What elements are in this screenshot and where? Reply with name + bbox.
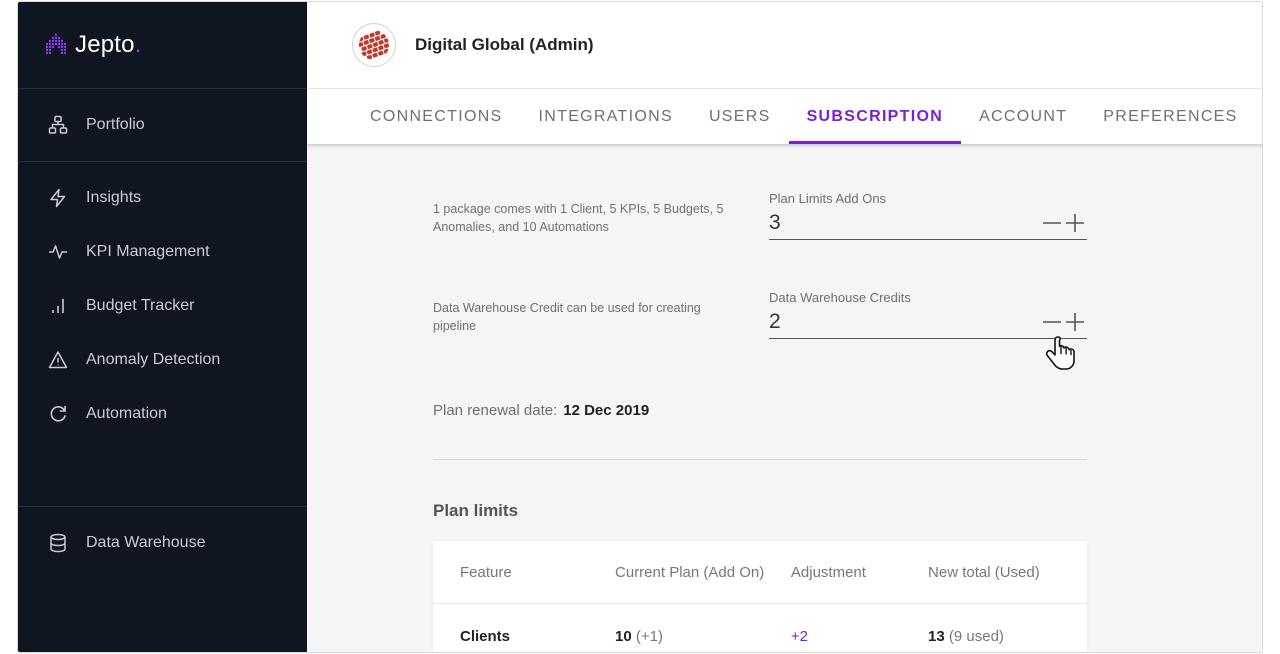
jepto-logo-icon (45, 33, 67, 55)
new-total-cell: 13 (9 used) (928, 627, 1004, 645)
portfolio-icon (47, 114, 69, 136)
sidebar-item-label: Portfolio (86, 116, 145, 133)
sidebar-item-label: Budget Tracker (86, 297, 195, 314)
dw-credits-label: Data Warehouse Credits (769, 290, 911, 305)
sidebar-item-kpi-management[interactable]: KPI Management (18, 225, 307, 279)
refresh-icon (47, 403, 69, 425)
adjustment-cell: +2 (790, 627, 808, 645)
org-name: Digital Global (Admin) (415, 35, 594, 54)
lightning-icon (47, 187, 69, 209)
main-panel: Digital Global (Admin) CONNECTIONS INTEG… (307, 2, 1262, 652)
sidebar-item-data-warehouse[interactable]: Data Warehouse (18, 516, 307, 570)
sidebar: Jepto. Portfolio Insights KPI Management… (18, 2, 307, 652)
dw-credits-field: Data Warehouse Credits (769, 290, 1087, 339)
brand-logo[interactable]: Jepto. (18, 2, 307, 89)
plan-addons-input[interactable] (769, 210, 1040, 235)
plan-addons-field: Plan Limits Add Ons (769, 191, 1087, 240)
sidebar-item-label: Insights (86, 189, 142, 206)
column-header-adjustment: Adjustment (790, 563, 866, 581)
sidebar-item-automation[interactable]: Automation (18, 387, 307, 441)
sidebar-item-label: KPI Management (86, 243, 210, 260)
plan-renewal: Plan renewal date: 12 Dec 2019 (433, 402, 1087, 419)
plan-addons-label: Plan Limits Add Ons (769, 191, 887, 206)
sidebar-item-anomaly-detection[interactable]: Anomaly Detection (18, 333, 307, 387)
brand-name: Jepto (75, 31, 135, 58)
plan-limits-table: Feature Current Plan (Add On) Adjustment… (433, 541, 1087, 652)
tab-users[interactable]: USERS (691, 89, 789, 144)
tab-preferences[interactable]: PREFERENCES (1085, 89, 1255, 144)
column-header-feature: Feature (460, 563, 512, 581)
minus-icon (1042, 320, 1061, 323)
pulse-icon (47, 241, 69, 263)
sidebar-item-label: Data Warehouse (86, 534, 206, 551)
subscription-panel: 1 package comes with 1 Client, 5 KPIs, 5… (433, 144, 1087, 652)
app-window: Jepto. Portfolio Insights KPI Management… (17, 1, 1263, 653)
table-header: Feature Current Plan (Add On) Adjustment… (433, 541, 1087, 604)
minus-icon (1042, 221, 1061, 224)
increment-button[interactable] (1064, 208, 1088, 238)
plan-addons-row: 1 package comes with 1 Client, 5 KPIs, 5… (433, 144, 1087, 244)
tab-integrations[interactable]: INTEGRATIONS (521, 89, 691, 144)
sidebar-item-insights[interactable]: Insights (18, 171, 307, 225)
hand-pointer-cursor-icon (1045, 336, 1075, 370)
feature-cell: Clients (460, 627, 511, 645)
sidebar-item-budget-tracker[interactable]: Budget Tracker (18, 279, 307, 333)
dw-credits-input[interactable] (769, 309, 1040, 334)
increment-button[interactable] (1064, 307, 1088, 337)
tab-connections[interactable]: CONNECTIONS (352, 89, 521, 144)
dw-credits-description: Data Warehouse Credit can be used for cr… (433, 301, 701, 333)
decrement-button[interactable] (1040, 307, 1064, 337)
top-bar: Digital Global (Admin) (307, 2, 1262, 89)
plan-addons-description: 1 package comes with 1 Client, 5 KPIs, 5… (433, 202, 724, 234)
column-header-new-total: New total (Used) (928, 563, 1040, 581)
plan-limits-title: Plan limits (433, 501, 519, 520)
brand-dot: . (134, 31, 142, 58)
divider (433, 459, 1087, 460)
org-avatar[interactable] (352, 23, 396, 67)
plus-icon (1066, 312, 1085, 331)
sidebar-item-portfolio[interactable]: Portfolio (18, 89, 145, 162)
dw-credits-row: Data Warehouse Credit can be used for cr… (433, 244, 1087, 344)
tab-subscription[interactable]: SUBSCRIPTION (788, 89, 962, 144)
bar-chart-icon (47, 295, 69, 317)
decrement-button[interactable] (1040, 208, 1064, 238)
renewal-label: Plan renewal date: (433, 402, 558, 419)
tab-account[interactable]: ACCOUNT (961, 89, 1085, 144)
database-icon (47, 532, 69, 554)
sidebar-item-label: Anomaly Detection (86, 351, 221, 368)
sidebar-item-label: Automation (86, 405, 167, 422)
settings-tabs: CONNECTIONS INTEGRATIONS USERS SUBSCRIPT… (307, 89, 1262, 144)
table-row: Clients 10 (+1) +2 13 (9 used) (433, 604, 1087, 652)
current-plan-cell: 10 (+1) (615, 627, 663, 645)
renewal-date: 12 Dec 2019 (563, 402, 650, 419)
column-header-current-plan: Current Plan (Add On) (615, 563, 765, 581)
warning-icon (47, 349, 69, 371)
plus-icon (1066, 213, 1085, 232)
